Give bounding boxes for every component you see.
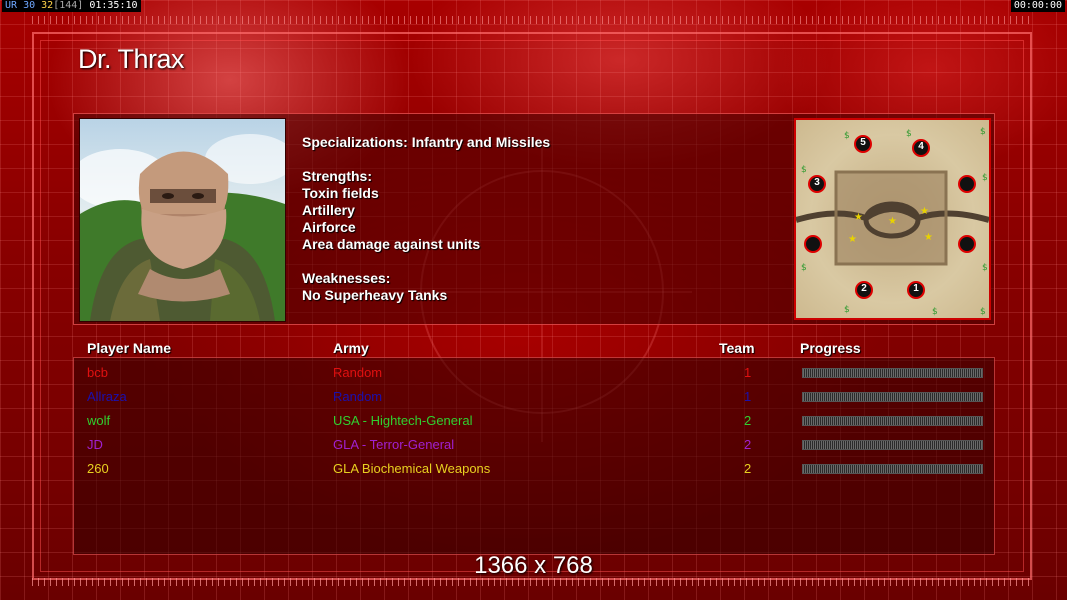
player-army: GLA Biochemical Weapons — [333, 461, 491, 476]
loading-progress-bar — [802, 392, 983, 402]
svg-text:$: $ — [801, 165, 807, 175]
general-portrait — [79, 118, 286, 322]
general-name: Dr. Thrax — [78, 44, 185, 74]
hud-elapsed: 01:35:10 — [89, 0, 138, 11]
player-row: wolf USA - Hightech-General 2 — [0, 413, 1067, 433]
player-army: USA - Hightech-General — [333, 413, 473, 428]
strength-item: Airforce — [302, 219, 356, 235]
portrait-image — [80, 134, 285, 321]
player-army: GLA - Terror-General — [333, 437, 455, 452]
player-row: JD GLA - Terror-General 2 — [0, 437, 1067, 457]
hud-fps: 30 — [23, 0, 36, 11]
svg-text:$: $ — [980, 127, 986, 137]
general-description: Specializations: Infantry and Missiles S… — [302, 134, 550, 304]
loading-progress-bar — [802, 368, 983, 378]
player-army: Random — [333, 365, 383, 380]
svg-text:$: $ — [906, 129, 912, 139]
svg-text:★: ★ — [920, 206, 929, 217]
header-progress: Progress — [800, 340, 861, 356]
player-name: 260 — [87, 461, 109, 476]
svg-text:$: $ — [844, 131, 850, 141]
weakness-item: No Superheavy Tanks — [302, 287, 448, 303]
player-team: 1 — [744, 389, 752, 404]
player-army: Random — [333, 389, 383, 404]
strength-item: Toxin fields — [302, 185, 379, 201]
hud-ur-label: UR — [5, 0, 18, 11]
svg-text:$: $ — [982, 173, 988, 183]
player-name: JD — [87, 437, 103, 452]
minimap-terrain: ★ ★ ★ ★ ★ $ $ $ $ $ $ $ $ $ $ — [796, 127, 989, 317]
loading-progress-bar — [802, 416, 983, 426]
player-row: 260 GLA Biochemical Weapons 2 — [0, 461, 1067, 481]
hud-fps-max: [144] — [53, 0, 84, 11]
svg-text:$: $ — [932, 307, 938, 317]
player-name: wolf — [87, 413, 111, 428]
loading-progress-bar — [802, 464, 983, 474]
weaknesses-label: Weaknesses: — [302, 270, 391, 286]
strength-item: Artillery — [302, 202, 355, 218]
player-team: 2 — [744, 437, 752, 452]
start-position-4: 4 — [918, 141, 924, 152]
player-row: Allraza Random 1 — [0, 389, 1067, 409]
minimap: ★ ★ ★ ★ ★ $ $ $ $ $ $ $ $ $ $ 1 2 3 4 5 — [794, 118, 991, 320]
start-position-1: 1 — [913, 283, 919, 294]
hud-game-time: 00:00:00 — [1010, 0, 1065, 12]
svg-text:$: $ — [844, 305, 850, 315]
svg-text:$: $ — [982, 263, 988, 273]
player-team: 2 — [744, 413, 752, 428]
player-team: 2 — [744, 461, 752, 476]
loading-progress-bar — [802, 440, 983, 450]
header-army: Army — [333, 340, 369, 356]
svg-text:★: ★ — [888, 216, 897, 227]
player-team: 1 — [744, 365, 752, 380]
svg-text:$: $ — [801, 263, 807, 273]
svg-text:★: ★ — [854, 212, 863, 223]
svg-text:★: ★ — [924, 232, 933, 243]
strength-item: Area damage against units — [302, 236, 481, 252]
player-row: bcb Random 1 — [0, 365, 1067, 385]
start-position-5: 5 — [860, 137, 866, 148]
player-name: bcb — [87, 365, 108, 380]
resolution-label: 1366 x 768 — [474, 552, 593, 579]
start-position-2: 2 — [861, 283, 867, 294]
svg-text:★: ★ — [848, 234, 857, 245]
player-name: Allraza — [87, 389, 127, 404]
hud-fps-limit: 32 — [41, 0, 54, 11]
header-team: Team — [719, 340, 755, 356]
svg-text:$: $ — [980, 307, 986, 317]
specializations-text: Specializations: Infantry and Missiles — [302, 134, 551, 150]
strengths-label: Strengths: — [302, 168, 372, 184]
ruler-top — [32, 16, 1032, 24]
header-player-name: Player Name — [87, 340, 172, 356]
hud-stats: UR 30 32[144] 01:35:10 — [2, 0, 141, 12]
start-position-3: 3 — [814, 177, 820, 188]
